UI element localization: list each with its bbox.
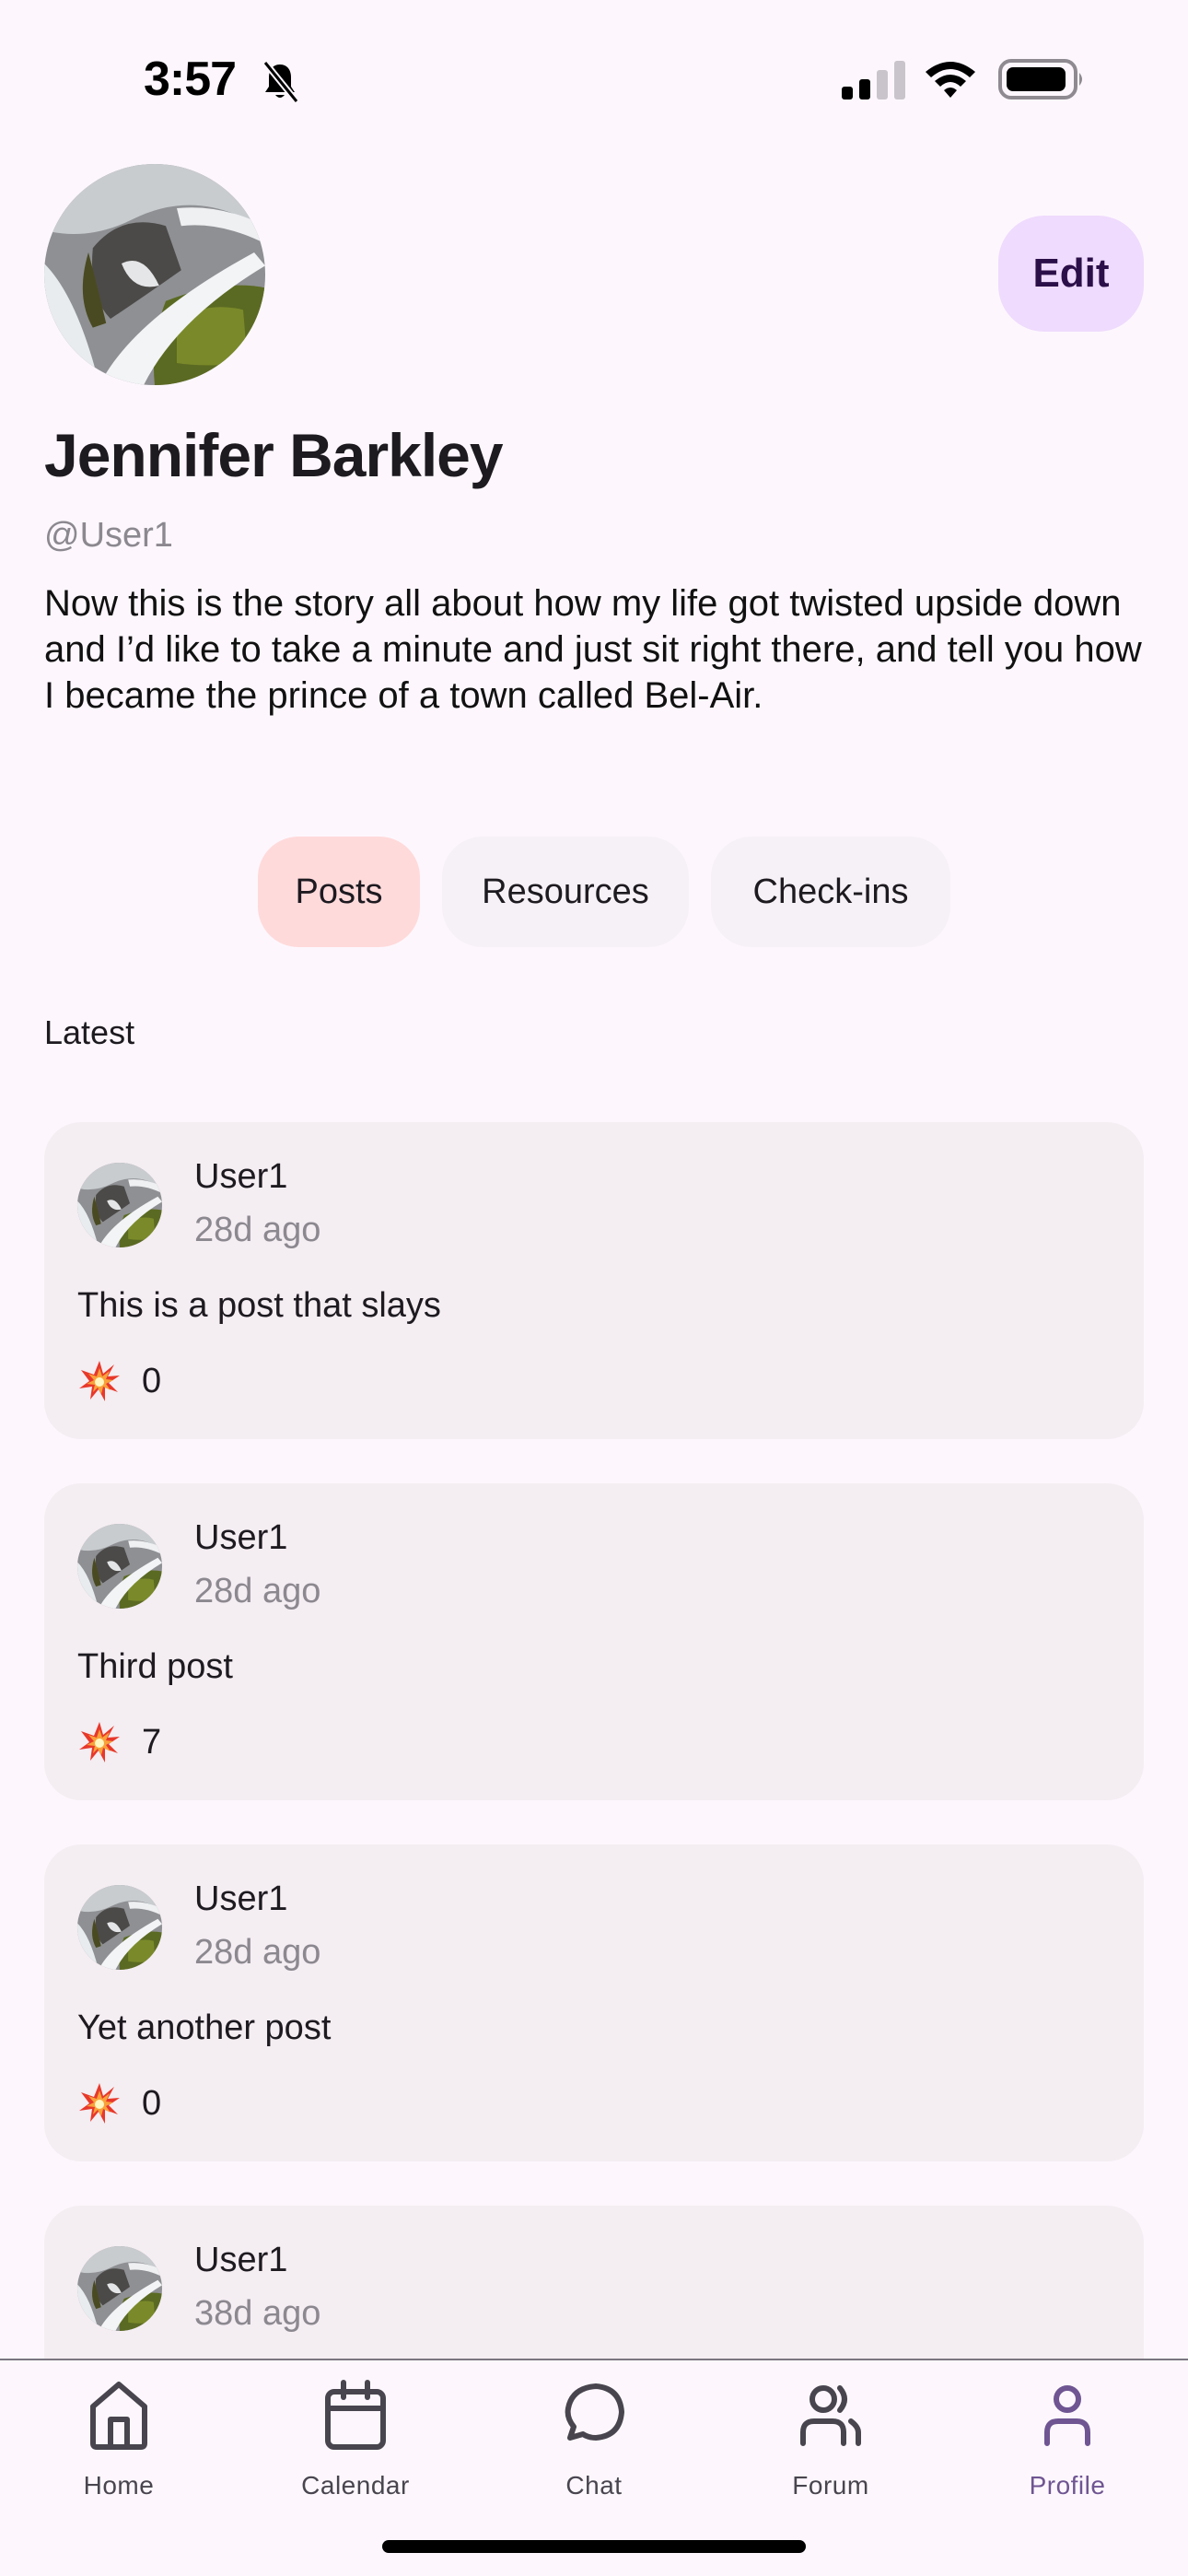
waterfall-photo bbox=[77, 1524, 162, 1609]
profile-handle: @User1 bbox=[44, 516, 173, 555]
reaction-button[interactable]: 0 bbox=[77, 1358, 161, 1404]
nav-chat-label: Chat bbox=[565, 2471, 623, 2500]
nav-calendar[interactable]: Calendar bbox=[263, 2379, 448, 2526]
collision-emoji-icon bbox=[77, 2081, 122, 2125]
people-icon bbox=[800, 2385, 861, 2446]
post-username[interactable]: User1 bbox=[194, 2241, 287, 2280]
post-text: This is a post that slays bbox=[77, 1286, 441, 1325]
tab-check-ins[interactable]: Check-ins bbox=[711, 837, 950, 947]
nav-profile-label: Profile bbox=[1029, 2471, 1106, 2500]
reaction-button[interactable]: 7 bbox=[77, 1719, 161, 1765]
status-time: 3:57 bbox=[144, 53, 237, 106]
waterfall-photo bbox=[77, 2246, 162, 2331]
profile-bio: Now this is the story all about how my l… bbox=[44, 583, 1142, 716]
tab-posts[interactable]: Posts bbox=[258, 837, 420, 947]
waterfall-photo bbox=[77, 1163, 162, 1247]
reaction-count: 0 bbox=[142, 1361, 162, 1400]
nav-calendar-label: Calendar bbox=[301, 2471, 410, 2500]
post-timestamp: 28d ago bbox=[194, 1572, 321, 1610]
profile-name: Jennifer Barkley bbox=[44, 421, 504, 489]
nav-forum-label: Forum bbox=[792, 2471, 869, 2500]
post-card[interactable]: User1 28d ago This is a post that slays … bbox=[44, 1122, 1144, 1439]
bell-slash-icon bbox=[262, 60, 299, 103]
profile-tabs: Posts Resources Check-ins bbox=[0, 837, 1188, 947]
edit-profile-button[interactable]: Edit bbox=[998, 216, 1144, 332]
wifi-icon bbox=[926, 62, 975, 98]
nav-home-label: Home bbox=[83, 2471, 155, 2500]
post-username[interactable]: User1 bbox=[194, 1879, 287, 1919]
post-text: Third post bbox=[77, 1647, 233, 1686]
post-username[interactable]: User1 bbox=[194, 1518, 287, 1558]
post-timestamp: 28d ago bbox=[194, 1211, 321, 1249]
battery-icon bbox=[998, 59, 1082, 100]
reaction-button[interactable]: 0 bbox=[77, 2080, 161, 2126]
collision-emoji-icon bbox=[77, 1359, 122, 1403]
chat-bubble-icon bbox=[565, 2383, 624, 2441]
nav-forum[interactable]: Forum bbox=[739, 2379, 923, 2526]
signal-icon bbox=[842, 61, 905, 100]
calendar-icon bbox=[325, 2380, 386, 2450]
tab-resources[interactable]: Resources bbox=[442, 837, 689, 947]
post-card[interactable]: User1 28d ago Third post 7 bbox=[44, 1483, 1144, 1800]
post-avatar[interactable] bbox=[77, 1524, 162, 1609]
reaction-count: 0 bbox=[142, 2083, 162, 2123]
person-icon bbox=[1044, 2385, 1090, 2446]
post-avatar[interactable] bbox=[77, 1163, 162, 1247]
nav-home[interactable]: Home bbox=[27, 2379, 211, 2526]
post-card[interactable]: User1 28d ago Yet another post 0 bbox=[44, 1844, 1144, 2161]
nav-chat[interactable]: Chat bbox=[502, 2379, 686, 2526]
post-avatar[interactable] bbox=[77, 1885, 162, 1970]
post-text: Yet another post bbox=[77, 2008, 332, 2047]
waterfall-photo bbox=[77, 1885, 162, 1970]
post-avatar[interactable] bbox=[77, 2246, 162, 2331]
collision-emoji-icon bbox=[77, 1720, 122, 1764]
section-label-latest: Latest bbox=[44, 1013, 135, 1051]
post-timestamp: 28d ago bbox=[194, 1933, 321, 1972]
post-username[interactable]: User1 bbox=[194, 1157, 287, 1197]
reaction-count: 7 bbox=[142, 1722, 162, 1762]
status-bar: 3:57 bbox=[0, 0, 1188, 147]
nav-profile[interactable]: Profile bbox=[975, 2379, 1159, 2526]
home-indicator[interactable] bbox=[382, 2540, 806, 2553]
waterfall-photo bbox=[44, 164, 265, 385]
home-icon bbox=[90, 2382, 147, 2450]
profile-avatar[interactable] bbox=[44, 164, 265, 385]
post-timestamp: 38d ago bbox=[194, 2294, 321, 2333]
